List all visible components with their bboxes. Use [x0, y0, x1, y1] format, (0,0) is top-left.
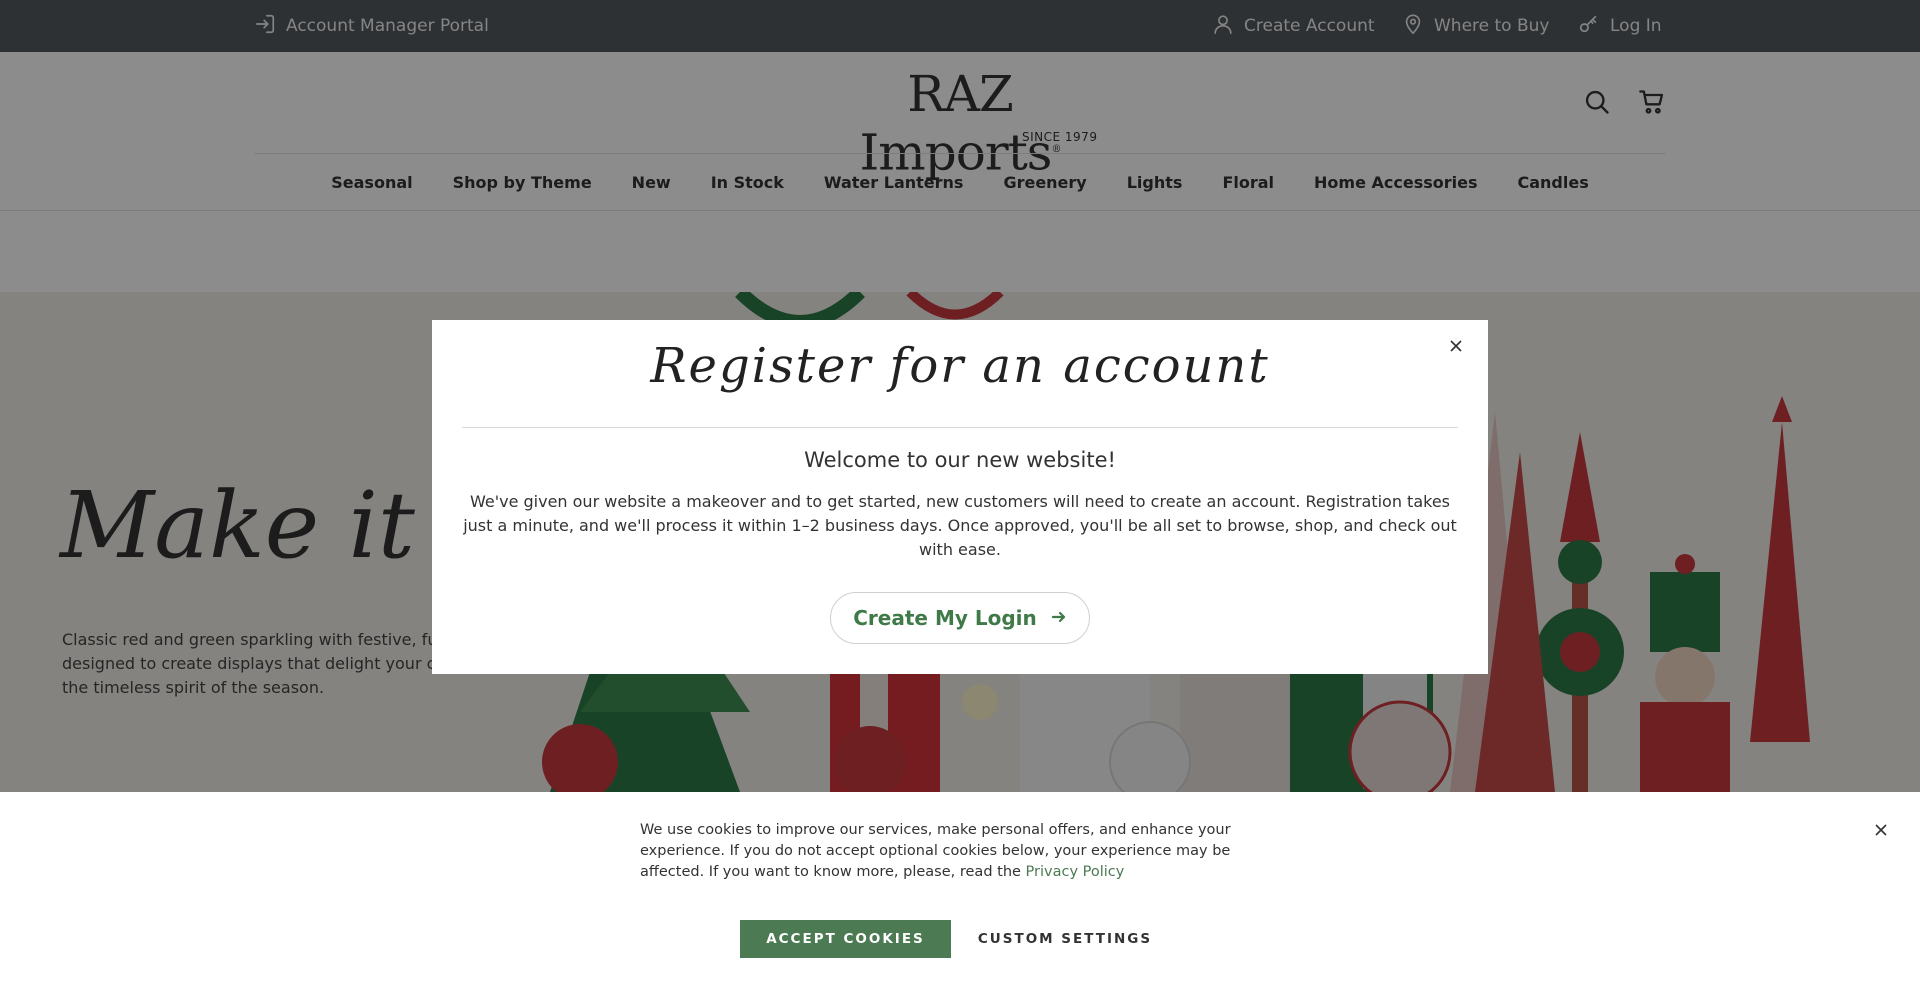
modal-title: Register for an account	[650, 338, 1270, 394]
close-icon[interactable]	[1874, 822, 1888, 836]
cookie-message: We use cookies to improve our services, …	[640, 822, 1231, 880]
cookie-text: We use cookies to improve our services, …	[640, 820, 1290, 883]
custom-settings-button[interactable]: CUSTOM SETTINGS	[960, 920, 1170, 958]
register-modal: Register for an account Welcome to our n…	[432, 320, 1488, 674]
cookie-banner: We use cookies to improve our services, …	[0, 792, 1920, 993]
modal-body-text: We've given our website a makeover and t…	[463, 492, 1457, 559]
arrow-right-icon	[1051, 606, 1067, 630]
accept-cookies-button[interactable]: ACCEPT COOKIES	[740, 920, 951, 958]
create-my-login-label: Create My Login	[853, 606, 1037, 630]
modal-divider	[462, 427, 1458, 428]
privacy-policy-link[interactable]: Privacy Policy	[1026, 864, 1125, 880]
create-my-login-button[interactable]: Create My Login	[830, 592, 1090, 644]
modal-subtitle: Welcome to our new website!	[804, 448, 1116, 472]
